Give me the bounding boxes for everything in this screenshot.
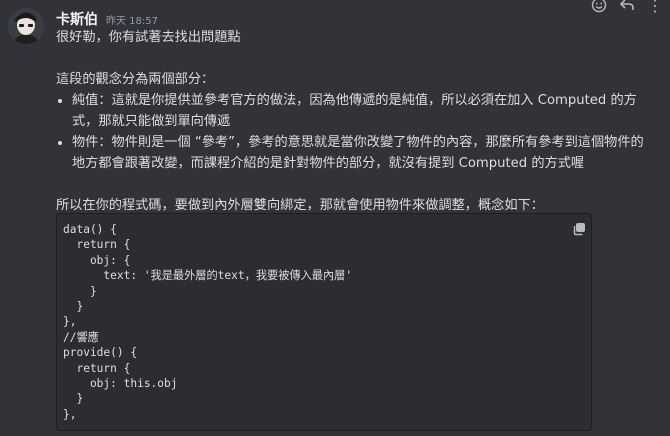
concept-list: 純值：這就是你提供並參考官方的做法，因為他傳遞的是純值，所以必須在加入 Comp… (56, 90, 656, 174)
message-content: 很好勒，你有試著去找出問題點 這段的觀念分為兩個部分： 純值：這就是你提供並參考… (56, 27, 656, 216)
list-item: 純值：這就是你提供並參考官方的做法，因為他傳遞的是純值，所以必須在加入 Comp… (72, 90, 656, 132)
avatar[interactable] (8, 8, 44, 44)
avatar-image (8, 8, 44, 44)
copy-icon[interactable] (572, 221, 586, 236)
message-header: 卡斯伯 昨天 18:57 (56, 9, 158, 29)
code-block: data() { return { obj: { text: '我是最外層的te… (56, 213, 592, 431)
reply-icon[interactable] (616, 0, 638, 16)
author-name[interactable]: 卡斯伯 (56, 9, 98, 29)
more-options-glyph: ⋮ (647, 0, 663, 15)
message-toolbar: ⋮ (588, 0, 666, 16)
code-text: data() { return { obj: { text: '我是最外層的te… (63, 223, 353, 421)
add-reaction-icon[interactable] (588, 0, 610, 16)
greeting-text: 很好勒，你有試著去找出問題點 (56, 30, 241, 45)
more-options-icon[interactable]: ⋮ (644, 0, 666, 16)
message-timestamp: 昨天 18:57 (106, 16, 158, 27)
list-item: 物件：物件則是一個 “參考”，參考的意思就是當你改變了物件的內容，那麼所有參考到… (72, 132, 656, 174)
intro-text: 這段的觀念分為兩個部分： (56, 72, 215, 87)
